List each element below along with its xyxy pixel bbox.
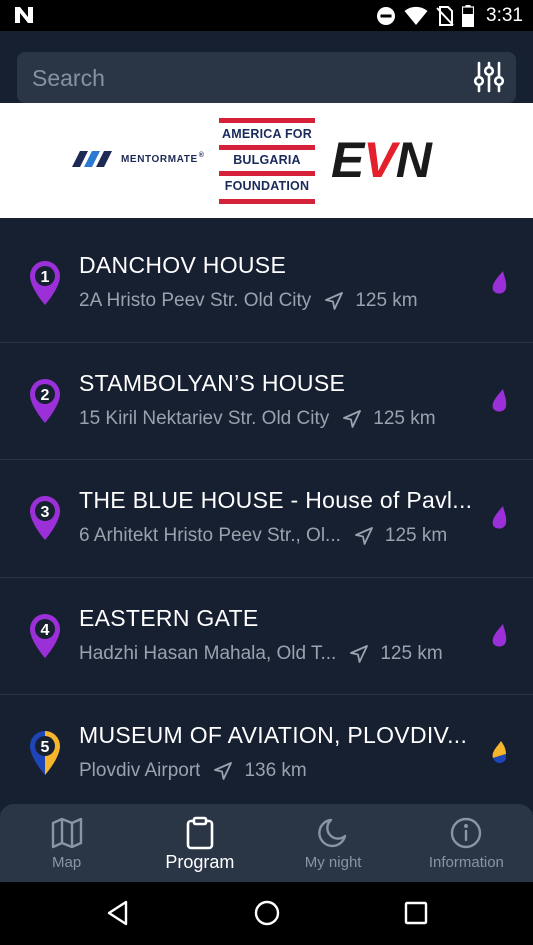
place-subtitle: 6 Arhitekt Hristo Peev Str., Ol... 125 k… (79, 525, 474, 547)
abf-line-1: AMERICA FOR (222, 127, 312, 141)
list-item[interactable]: 3 THE BLUE HOUSE - House of Pavl... 6 Ar… (0, 460, 533, 578)
place-distance: 125 km (373, 407, 436, 429)
mentormate-tm: ® (198, 151, 205, 159)
search-header: Search (0, 31, 533, 103)
place-title: STAMBOLYAN’S HOUSE (79, 369, 346, 396)
pin-number: 1 (41, 269, 50, 286)
place-address: 6 Arhitekt Hristo Peev Str., Ol... (79, 525, 341, 546)
no-sim-icon (436, 5, 454, 26)
sponsor-banner: MENTORMATE ® AMERICA FOR BULGARIA FOUNDA… (0, 103, 533, 218)
list-item[interactable]: 2 STAMBOLYAN’S HOUSE 15 Kiril Nektariev … (0, 343, 533, 460)
moon-icon (318, 818, 347, 848)
tab-label: Information (428, 854, 504, 871)
evn-letter-e: E (331, 132, 364, 188)
abf-line-3: FOUNDATION (224, 179, 310, 193)
navigation-arrow-icon (214, 762, 233, 780)
search-placeholder: Search (32, 65, 105, 91)
clock: 3:31 (486, 4, 523, 26)
map-pin-icon: 3 (30, 496, 60, 540)
tab-information[interactable]: Information (400, 804, 533, 882)
navigation-arrow-icon (325, 292, 344, 310)
tab-label: Map (52, 854, 82, 871)
evn-letter-v: V (363, 132, 396, 188)
sliders-icon[interactable] (472, 60, 506, 94)
list-item[interactable]: 5 MUSEUM OF AVIATION, PLOVDIV... Plovdiv… (0, 695, 533, 813)
info-icon (451, 817, 482, 849)
clipboard-icon (186, 816, 214, 850)
recents-icon[interactable] (401, 898, 431, 928)
place-distance: 125 km (380, 642, 443, 664)
category-badge-icon (492, 741, 506, 764)
places-list: 1 DANCHOV HOUSE 2A Hristo Peev Str. Old … (0, 225, 533, 813)
place-distance: 125 km (355, 290, 418, 311)
tab-map[interactable]: Map (0, 804, 133, 882)
tab-label: Program (165, 852, 235, 872)
status-bar: 3:31 (0, 0, 533, 31)
abf-stripe (219, 171, 315, 176)
place-title: DANCHOV HOUSE (79, 252, 287, 278)
pin-number: 5 (41, 739, 50, 756)
app-screen: Search MENTORMATE ® AMERICA FOR BULGARIA (0, 31, 533, 882)
wifi-icon (404, 6, 428, 25)
place-subtitle: 2A Hristo Peev Str. Old City 125 km (79, 290, 474, 312)
tab-program[interactable]: Program (133, 804, 266, 882)
place-title: THE BLUE HOUSE - House of Pavl... (79, 487, 473, 513)
place-address: 15 Kiril Nektariev Str. Old City (79, 407, 330, 429)
category-badge-icon (492, 271, 507, 294)
map-pin-icon: 4 (30, 613, 60, 658)
place-address: Hadzhi Hasan Mahala, Old T... (79, 642, 337, 664)
mentormate-mark-icon (72, 151, 112, 167)
category-badge-icon (492, 388, 507, 412)
place-address: 2A Hristo Peev Str. Old City (79, 290, 312, 311)
tab-label: My night (304, 854, 362, 871)
pin-number: 2 (41, 387, 50, 404)
abf-stripe (219, 199, 315, 204)
home-icon[interactable] (252, 898, 282, 928)
place-subtitle: 15 Kiril Nektariev Str. Old City 125 km (79, 408, 474, 430)
place-distance: 125 km (384, 525, 448, 546)
map-pin-icon: 1 (30, 261, 60, 305)
category-badge-icon (492, 623, 507, 647)
list-item[interactable]: 1 DANCHOV HOUSE 2A Hristo Peev Str. Old … (0, 225, 533, 343)
status-icons: 3:31 (376, 0, 523, 31)
app-n-icon (15, 7, 33, 23)
navigation-arrow-icon (354, 527, 373, 545)
abf-line-2: BULGARIA (233, 153, 301, 167)
do-not-disturb-icon (377, 6, 396, 25)
map-pin-icon: 2 (30, 378, 60, 423)
list-item[interactable]: 4 EASTERN GATE Hadzhi Hasan Mahala, Old … (0, 578, 533, 695)
abf-stripe (219, 145, 315, 150)
back-icon[interactable] (104, 898, 134, 928)
bottom-tab-bar: Map Program My night Information (0, 804, 533, 882)
place-subtitle: Plovdiv Airport 136 km (79, 760, 474, 782)
evn-letter-n: N (395, 132, 432, 188)
place-distance: 136 km (244, 760, 307, 781)
navigation-arrow-icon (350, 644, 369, 663)
system-nav-bar (0, 882, 533, 945)
category-badge-icon (492, 506, 507, 529)
america-for-bulgaria-logo: AMERICA FOR BULGARIA FOUNDATION (219, 118, 315, 204)
tab-my-night[interactable]: My night (267, 804, 400, 882)
mentormate-wordmark: MENTORMATE (121, 153, 198, 165)
abf-stripe (219, 118, 315, 123)
place-title: MUSEUM OF AVIATION, PLOVDIV... (79, 722, 468, 748)
place-subtitle: Hadzhi Hasan Mahala, Old T... 125 km (79, 643, 474, 665)
pin-number: 3 (41, 504, 50, 521)
map-icon (51, 817, 82, 849)
navigation-arrow-icon (343, 409, 362, 428)
map-pin-icon: 5 (30, 731, 60, 775)
place-title: EASTERN GATE (79, 604, 259, 631)
place-address: Plovdiv Airport (79, 760, 201, 781)
battery-icon (462, 4, 475, 27)
mentormate-logo: MENTORMATE ® (72, 151, 205, 167)
pin-number: 4 (41, 622, 50, 639)
search-input[interactable]: Search (17, 52, 516, 103)
evn-logo: EVN (331, 132, 432, 188)
